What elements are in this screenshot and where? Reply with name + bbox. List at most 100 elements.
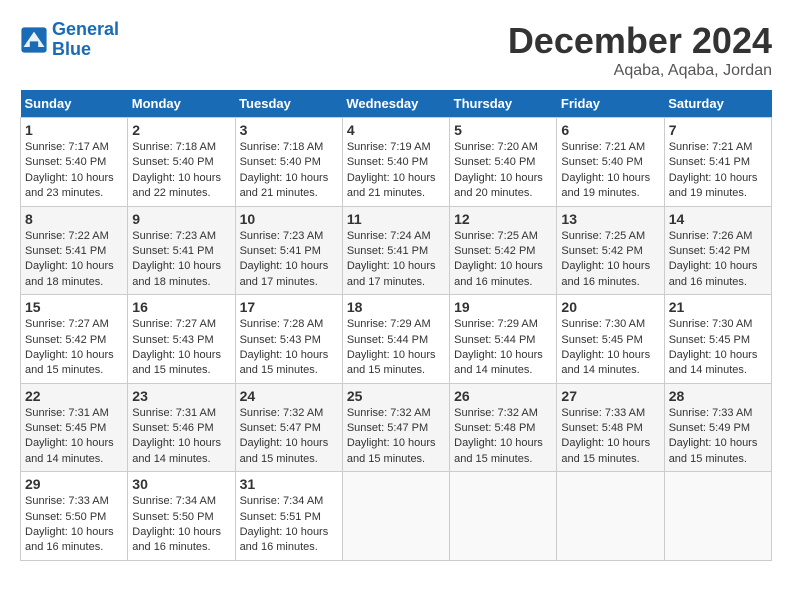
calendar-cell: 17 Sunrise: 7:28 AMSunset: 5:43 PMDaylig…: [235, 295, 342, 384]
day-info: Sunrise: 7:18 AMSunset: 5:40 PMDaylight:…: [240, 140, 338, 202]
calendar-cell: 25 Sunrise: 7:32 AMSunset: 5:47 PMDaylig…: [342, 383, 449, 472]
day-info: Sunrise: 7:25 AMSunset: 5:42 PMDaylight:…: [561, 229, 659, 291]
day-number: 11: [347, 211, 445, 227]
calendar-cell: 6 Sunrise: 7:21 AMSunset: 5:40 PMDayligh…: [557, 118, 664, 207]
calendar-cell: 23 Sunrise: 7:31 AMSunset: 5:46 PMDaylig…: [128, 383, 235, 472]
calendar-cell: 9 Sunrise: 7:23 AMSunset: 5:41 PMDayligh…: [128, 206, 235, 295]
day-number: 30: [132, 476, 230, 492]
calendar-cell: 8 Sunrise: 7:22 AMSunset: 5:41 PMDayligh…: [21, 206, 128, 295]
calendar-cell: 22 Sunrise: 7:31 AMSunset: 5:45 PMDaylig…: [21, 383, 128, 472]
day-number: 10: [240, 211, 338, 227]
calendar-cell: 4 Sunrise: 7:19 AMSunset: 5:40 PMDayligh…: [342, 118, 449, 207]
day-number: 12: [454, 211, 552, 227]
day-number: 22: [25, 388, 123, 404]
day-info: Sunrise: 7:27 AMSunset: 5:42 PMDaylight:…: [25, 317, 123, 379]
day-number: 2: [132, 122, 230, 138]
day-number: 21: [669, 299, 767, 315]
calendar-cell: 2 Sunrise: 7:18 AMSunset: 5:40 PMDayligh…: [128, 118, 235, 207]
calendar-header: SundayMondayTuesdayWednesdayThursdayFrid…: [21, 90, 772, 118]
day-info: Sunrise: 7:33 AMSunset: 5:48 PMDaylight:…: [561, 406, 659, 468]
calendar-cell: 16 Sunrise: 7:27 AMSunset: 5:43 PMDaylig…: [128, 295, 235, 384]
logo: General Blue: [20, 20, 119, 60]
day-number: 1: [25, 122, 123, 138]
calendar-cell: 5 Sunrise: 7:20 AMSunset: 5:40 PMDayligh…: [450, 118, 557, 207]
day-header-thursday: Thursday: [450, 90, 557, 118]
day-number: 31: [240, 476, 338, 492]
logo-blue: Blue: [52, 39, 91, 59]
logo-general: General: [52, 19, 119, 39]
day-info: Sunrise: 7:23 AMSunset: 5:41 PMDaylight:…: [240, 229, 338, 291]
day-info: Sunrise: 7:27 AMSunset: 5:43 PMDaylight:…: [132, 317, 230, 379]
calendar-cell: 30 Sunrise: 7:34 AMSunset: 5:50 PMDaylig…: [128, 472, 235, 561]
calendar-cell: 18 Sunrise: 7:29 AMSunset: 5:44 PMDaylig…: [342, 295, 449, 384]
day-number: 8: [25, 211, 123, 227]
day-info: Sunrise: 7:23 AMSunset: 5:41 PMDaylight:…: [132, 229, 230, 291]
day-info: Sunrise: 7:33 AMSunset: 5:49 PMDaylight:…: [669, 406, 767, 468]
day-number: 27: [561, 388, 659, 404]
day-number: 14: [669, 211, 767, 227]
week-row-2: 8 Sunrise: 7:22 AMSunset: 5:41 PMDayligh…: [21, 206, 772, 295]
day-number: 3: [240, 122, 338, 138]
logo-icon: [20, 26, 48, 54]
day-header-wednesday: Wednesday: [342, 90, 449, 118]
week-row-5: 29 Sunrise: 7:33 AMSunset: 5:50 PMDaylig…: [21, 472, 772, 561]
day-info: Sunrise: 7:30 AMSunset: 5:45 PMDaylight:…: [561, 317, 659, 379]
day-number: 25: [347, 388, 445, 404]
week-row-1: 1 Sunrise: 7:17 AMSunset: 5:40 PMDayligh…: [21, 118, 772, 207]
day-number: 9: [132, 211, 230, 227]
calendar-table: SundayMondayTuesdayWednesdayThursdayFrid…: [20, 90, 772, 561]
day-info: Sunrise: 7:32 AMSunset: 5:47 PMDaylight:…: [347, 406, 445, 468]
month-title: December 2024: [508, 20, 772, 62]
day-info: Sunrise: 7:20 AMSunset: 5:40 PMDaylight:…: [454, 140, 552, 202]
calendar-cell: [342, 472, 449, 561]
calendar-body: 1 Sunrise: 7:17 AMSunset: 5:40 PMDayligh…: [21, 118, 772, 561]
calendar-cell: [664, 472, 771, 561]
day-number: 29: [25, 476, 123, 492]
calendar-cell: 13 Sunrise: 7:25 AMSunset: 5:42 PMDaylig…: [557, 206, 664, 295]
week-row-4: 22 Sunrise: 7:31 AMSunset: 5:45 PMDaylig…: [21, 383, 772, 472]
day-info: Sunrise: 7:24 AMSunset: 5:41 PMDaylight:…: [347, 229, 445, 291]
day-info: Sunrise: 7:34 AMSunset: 5:51 PMDaylight:…: [240, 494, 338, 556]
day-info: Sunrise: 7:28 AMSunset: 5:43 PMDaylight:…: [240, 317, 338, 379]
day-header-tuesday: Tuesday: [235, 90, 342, 118]
calendar-cell: 7 Sunrise: 7:21 AMSunset: 5:41 PMDayligh…: [664, 118, 771, 207]
calendar-cell: 26 Sunrise: 7:32 AMSunset: 5:48 PMDaylig…: [450, 383, 557, 472]
day-header-monday: Monday: [128, 90, 235, 118]
week-row-3: 15 Sunrise: 7:27 AMSunset: 5:42 PMDaylig…: [21, 295, 772, 384]
day-info: Sunrise: 7:31 AMSunset: 5:46 PMDaylight:…: [132, 406, 230, 468]
calendar-cell: 21 Sunrise: 7:30 AMSunset: 5:45 PMDaylig…: [664, 295, 771, 384]
day-number: 20: [561, 299, 659, 315]
day-info: Sunrise: 7:18 AMSunset: 5:40 PMDaylight:…: [132, 140, 230, 202]
title-block: December 2024 Aqaba, Aqaba, Jordan: [508, 20, 772, 80]
calendar-cell: 27 Sunrise: 7:33 AMSunset: 5:48 PMDaylig…: [557, 383, 664, 472]
day-number: 15: [25, 299, 123, 315]
calendar-cell: 31 Sunrise: 7:34 AMSunset: 5:51 PMDaylig…: [235, 472, 342, 561]
day-info: Sunrise: 7:21 AMSunset: 5:40 PMDaylight:…: [561, 140, 659, 202]
day-number: 19: [454, 299, 552, 315]
day-number: 16: [132, 299, 230, 315]
day-header-friday: Friday: [557, 90, 664, 118]
day-info: Sunrise: 7:19 AMSunset: 5:40 PMDaylight:…: [347, 140, 445, 202]
calendar-cell: 1 Sunrise: 7:17 AMSunset: 5:40 PMDayligh…: [21, 118, 128, 207]
calendar-cell: [557, 472, 664, 561]
day-info: Sunrise: 7:31 AMSunset: 5:45 PMDaylight:…: [25, 406, 123, 468]
day-number: 4: [347, 122, 445, 138]
calendar-cell: 29 Sunrise: 7:33 AMSunset: 5:50 PMDaylig…: [21, 472, 128, 561]
calendar-cell: 28 Sunrise: 7:33 AMSunset: 5:49 PMDaylig…: [664, 383, 771, 472]
calendar-cell: 15 Sunrise: 7:27 AMSunset: 5:42 PMDaylig…: [21, 295, 128, 384]
day-info: Sunrise: 7:21 AMSunset: 5:41 PMDaylight:…: [669, 140, 767, 202]
calendar-cell: 19 Sunrise: 7:29 AMSunset: 5:44 PMDaylig…: [450, 295, 557, 384]
day-number: 24: [240, 388, 338, 404]
calendar-cell: 12 Sunrise: 7:25 AMSunset: 5:42 PMDaylig…: [450, 206, 557, 295]
calendar-cell: 3 Sunrise: 7:18 AMSunset: 5:40 PMDayligh…: [235, 118, 342, 207]
page-header: General Blue December 2024 Aqaba, Aqaba,…: [20, 20, 772, 80]
day-number: 13: [561, 211, 659, 227]
day-number: 7: [669, 122, 767, 138]
day-header-saturday: Saturday: [664, 90, 771, 118]
day-number: 26: [454, 388, 552, 404]
day-number: 18: [347, 299, 445, 315]
location: Aqaba, Aqaba, Jordan: [508, 62, 772, 80]
calendar-cell: 20 Sunrise: 7:30 AMSunset: 5:45 PMDaylig…: [557, 295, 664, 384]
day-info: Sunrise: 7:17 AMSunset: 5:40 PMDaylight:…: [25, 140, 123, 202]
day-header-row: SundayMondayTuesdayWednesdayThursdayFrid…: [21, 90, 772, 118]
